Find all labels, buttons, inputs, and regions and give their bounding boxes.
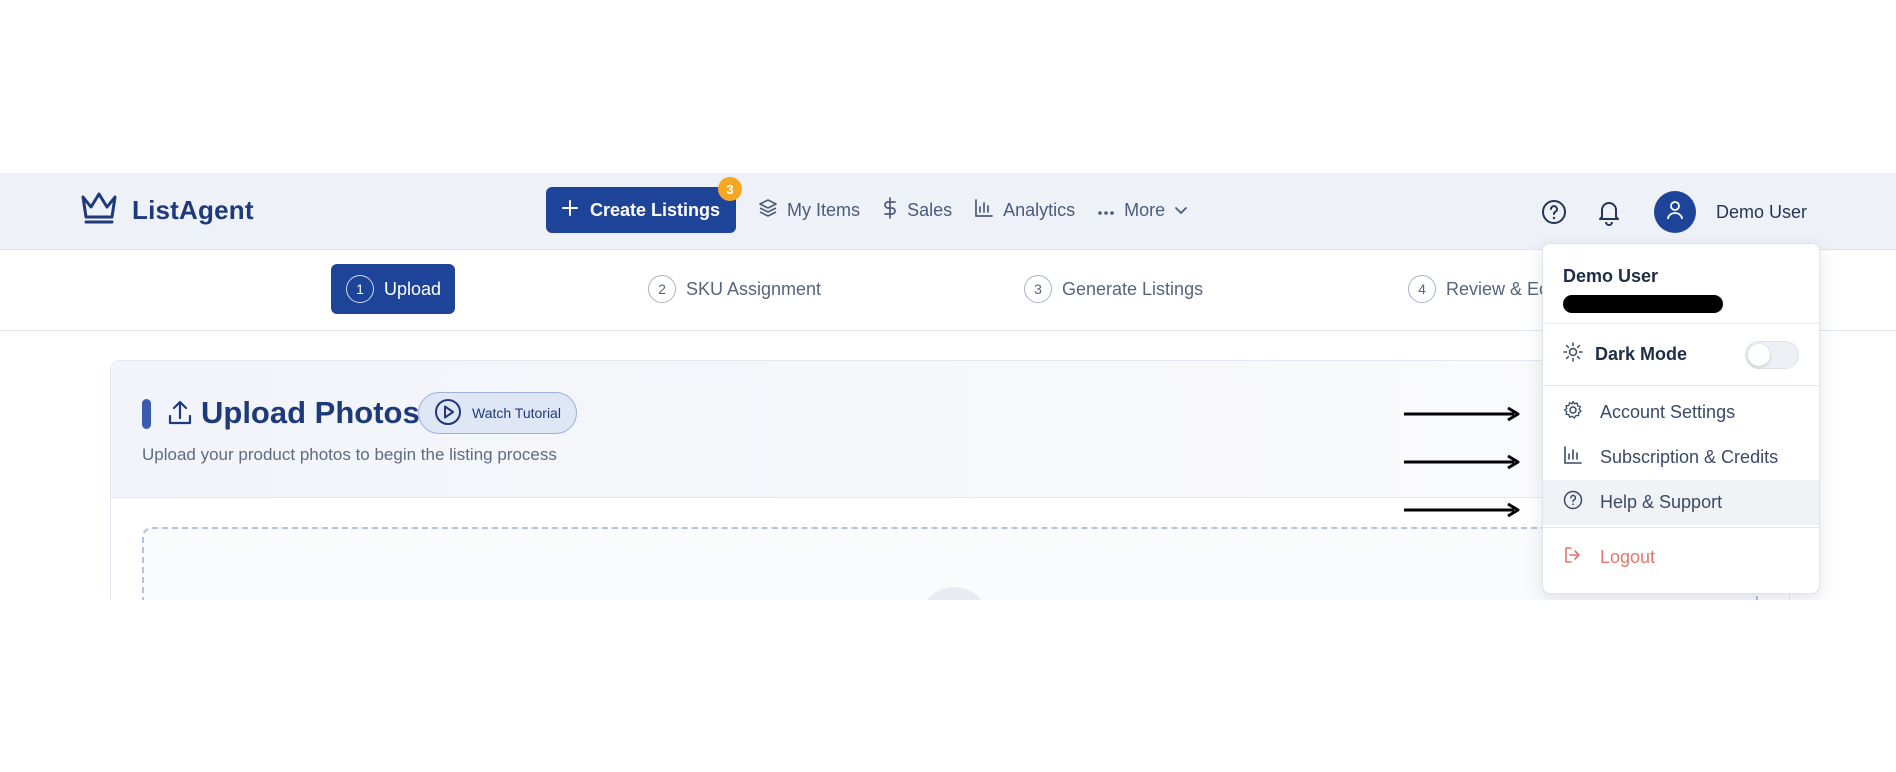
nav-my-items[interactable]: My Items (758, 198, 860, 223)
nav-more[interactable]: More (1097, 200, 1188, 221)
gear-icon (1563, 400, 1583, 425)
watch-tutorial-button[interactable]: Watch Tutorial (418, 392, 577, 434)
step-number: 2 (648, 275, 676, 303)
dropzone-icon-circle (919, 587, 989, 600)
annotation-arrow (1404, 406, 1520, 422)
app-window: ListAgent Create Listings 3 My Items Sal… (0, 173, 1896, 600)
avatar[interactable] (1654, 191, 1696, 233)
brand[interactable]: ListAgent (80, 191, 254, 230)
create-listings-badge: 3 (718, 177, 743, 201)
nav-analytics-label: Analytics (1003, 199, 1076, 220)
menu-item-label: Account Settings (1600, 402, 1736, 422)
nav-analytics[interactable]: Analytics (974, 198, 1075, 223)
user-icon (1666, 200, 1684, 225)
help-icon[interactable] (1538, 196, 1570, 228)
step-number: 1 (346, 275, 374, 303)
more-dots-icon (1097, 200, 1115, 221)
crown-icon (80, 191, 118, 230)
dropdown-menu-items: Account Settings Subscription & Credits … (1543, 386, 1819, 528)
chevron-down-icon (1174, 200, 1188, 221)
sun-icon (1563, 342, 1583, 367)
upload-card-header: Upload Photos Watch Tutorial Upload your… (111, 361, 1789, 498)
annotation-arrow (1404, 502, 1520, 518)
step-review[interactable]: 4 Review & Ec (1408, 264, 1548, 314)
layers-icon (758, 198, 778, 223)
logout-icon (1563, 545, 1583, 570)
create-listings-label: Create Listings (590, 199, 721, 220)
create-listings-button[interactable]: Create Listings 3 (546, 177, 743, 233)
header-tools: Demo User (1538, 191, 1807, 233)
brand-name: ListAgent (132, 195, 254, 225)
help-circle-icon (1563, 490, 1583, 515)
accent-bar (142, 399, 151, 429)
photo-dropzone[interactable] (142, 527, 1758, 600)
step-label: Upload (384, 278, 442, 299)
redacted-email (1563, 295, 1723, 313)
logout-button[interactable]: Logout (1543, 528, 1819, 586)
dark-mode-toggle[interactable] (1745, 340, 1799, 369)
bar-chart-icon (974, 198, 994, 223)
nav-my-items-label: My Items (787, 199, 861, 220)
nav-more-label: More (1124, 199, 1166, 220)
nav-sales-label: Sales (907, 199, 953, 220)
top-navbar: ListAgent Create Listings 3 My Items Sal… (0, 173, 1896, 250)
menu-item-account-settings[interactable]: Account Settings (1543, 390, 1819, 435)
dropdown-user-info: Demo User (1543, 244, 1819, 324)
logout-label: Logout (1600, 546, 1656, 567)
watch-tutorial-label: Watch Tutorial (472, 405, 561, 421)
main-nav: Create Listings 3 My Items Sales Analyti… (546, 177, 1188, 233)
toggle-knob (1748, 343, 1770, 366)
menu-item-subscription-credits[interactable]: Subscription & Credits (1543, 435, 1819, 480)
menu-item-label: Subscription & Credits (1600, 447, 1779, 467)
step-generate-listings[interactable]: 3 Generate Listings (1024, 264, 1203, 314)
step-number: 4 (1408, 275, 1436, 303)
step-label: Generate Listings (1062, 278, 1204, 299)
bell-icon[interactable] (1593, 196, 1625, 228)
upload-card: Upload Photos Watch Tutorial Upload your… (110, 360, 1790, 600)
play-icon (434, 398, 462, 429)
step-number: 3 (1024, 275, 1052, 303)
step-upload[interactable]: 1 Upload (331, 264, 456, 314)
header-user-name[interactable]: Demo User (1716, 202, 1807, 223)
user-dropdown-menu: Demo User Dark Mode Account Settings Sub… (1542, 243, 1820, 594)
dark-mode-row: Dark Mode (1543, 324, 1819, 386)
page-title: Upload Photos (201, 395, 420, 430)
page-subtitle: Upload your product photos to begin the … (142, 445, 557, 464)
menu-item-help-support[interactable]: Help & Support (1543, 480, 1819, 525)
bar-chart-icon (1563, 445, 1583, 470)
upload-icon (167, 399, 193, 432)
dollar-icon (882, 196, 898, 224)
plus-icon (562, 199, 578, 221)
annotation-arrow (1404, 454, 1520, 470)
menu-item-label: Help & Support (1600, 492, 1723, 512)
dark-mode-label: Dark Mode (1595, 344, 1688, 364)
step-label: SKU Assignment (686, 278, 822, 299)
step-label: Review & Ec (1446, 278, 1549, 299)
dropdown-user-name: Demo User (1563, 266, 1659, 286)
nav-sales[interactable]: Sales (882, 196, 953, 224)
step-sku-assignment[interactable]: 2 SKU Assignment (648, 264, 821, 314)
